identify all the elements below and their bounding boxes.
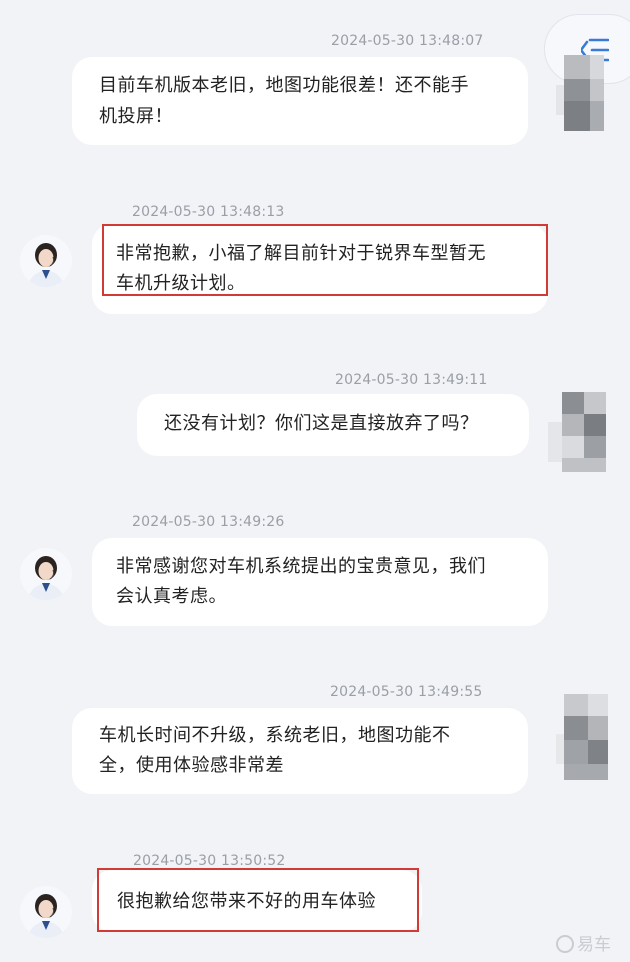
user-message-bubble[interactable]: 还没有计划？你们这是直接放弃了吗？: [137, 394, 529, 456]
message-text-line: 会认真考虑。: [116, 586, 227, 607]
user-avatar-blurred: [556, 55, 608, 133]
message-text-line: 目前车机版本老旧，地图功能很差！还不能手: [99, 75, 469, 96]
highlight-box: [97, 868, 419, 932]
watermark: 易车: [556, 930, 611, 955]
message-text-line: 全，使用体验感非常差: [99, 755, 284, 776]
agent-avatar: [20, 548, 72, 600]
highlight-box: [102, 224, 548, 296]
agent-message-bubble[interactable]: 非常感谢您对车机系统提出的宝贵意见，我们 会认真考虑。: [92, 538, 548, 626]
agent-avatar: [20, 235, 72, 287]
watermark-text: 易车: [577, 935, 611, 955]
user-message-bubble[interactable]: 车机长时间不升级，系统老旧，地图功能不 全，使用体验感非常差: [72, 708, 528, 794]
message-text-line: 非常感谢您对车机系统提出的宝贵意见，我们: [116, 556, 486, 577]
message-timestamp: 2024-05-30 13:49:26: [132, 514, 285, 530]
message-text-line: 还没有计划？你们这是直接放弃了吗？: [164, 413, 479, 434]
user-message-bubble[interactable]: 目前车机版本老旧，地图功能很差！还不能手 机投屏！: [72, 57, 528, 145]
user-avatar-blurred: [556, 694, 610, 782]
message-timestamp: 2024-05-30 13:49:11: [335, 372, 488, 388]
message-text-line: 机投屏！: [99, 106, 173, 127]
message-timestamp: 2024-05-30 13:48:07: [331, 33, 484, 49]
message-timestamp: 2024-05-30 13:49:55: [330, 684, 483, 700]
user-avatar-blurred: [548, 392, 610, 476]
message-timestamp: 2024-05-30 13:50:52: [133, 853, 286, 869]
message-text-line: 车机长时间不升级，系统老旧，地图功能不: [99, 725, 451, 746]
yiche-logo-icon: [556, 935, 574, 953]
message-timestamp: 2024-05-30 13:48:13: [132, 204, 285, 220]
agent-avatar: [20, 886, 72, 938]
